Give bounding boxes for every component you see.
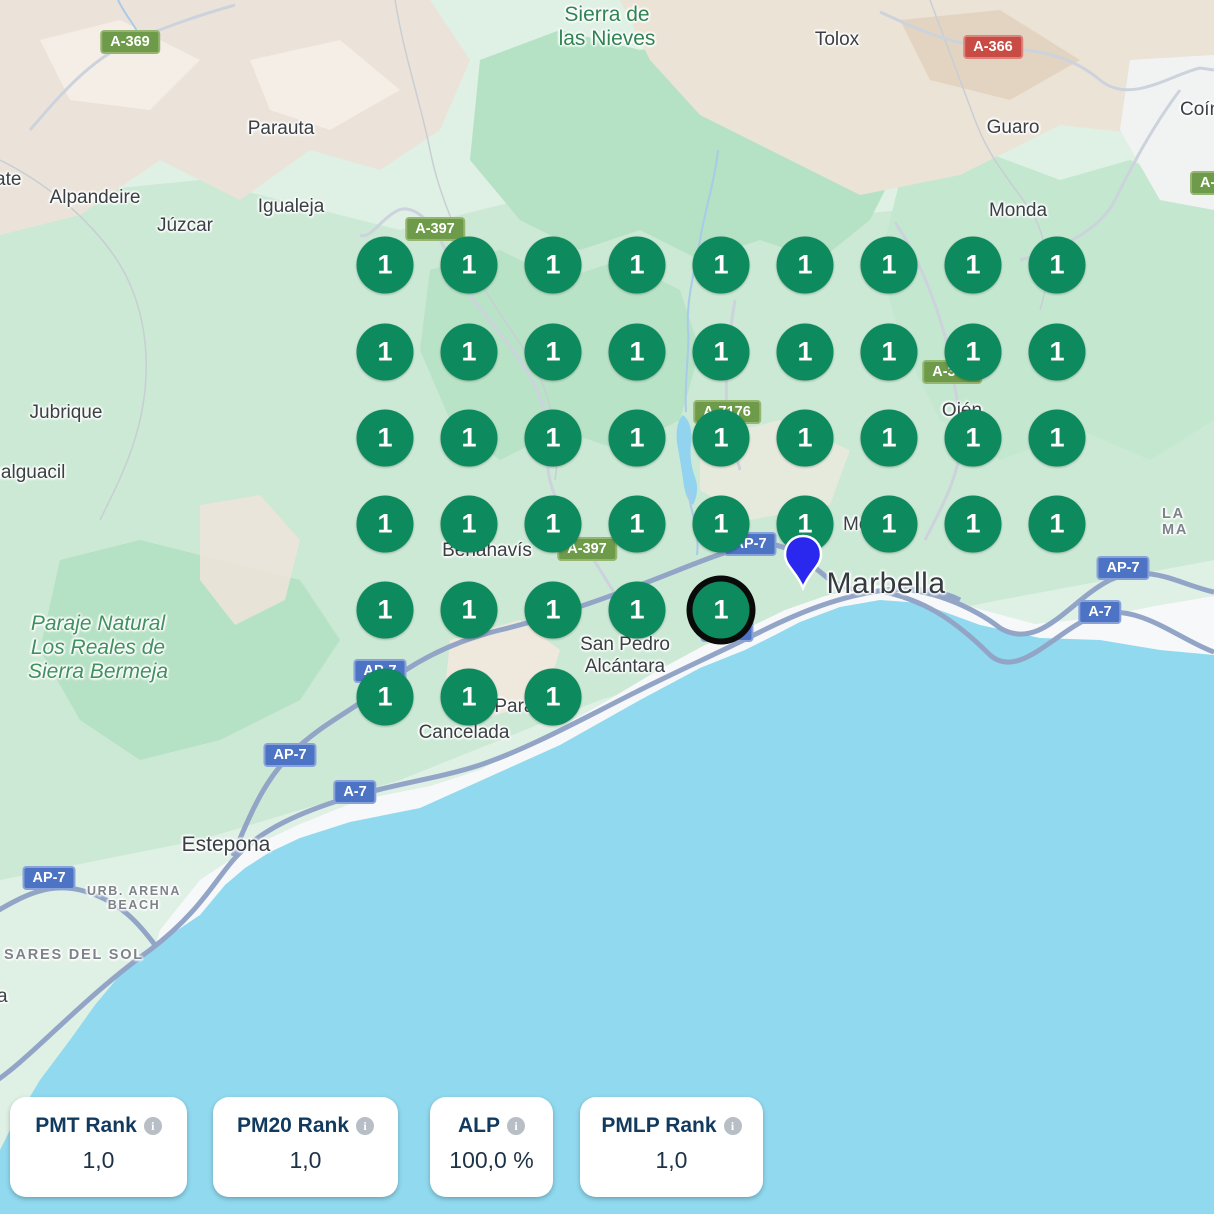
stat-card-pmlp-rank: PMLP Rank i 1,0: [580, 1097, 763, 1197]
stat-card-label: ALP: [458, 1114, 500, 1138]
cluster-marker[interactable]: 1: [861, 410, 918, 467]
cluster-marker[interactable]: 1: [945, 410, 1002, 467]
cluster-marker[interactable]: 1: [861, 496, 918, 553]
stat-card-alp: ALP i 100,0 %: [430, 1097, 553, 1197]
stat-card-label: PMLP Rank: [601, 1114, 716, 1138]
cluster-marker[interactable]: 1: [1029, 410, 1086, 467]
cluster-marker[interactable]: 1: [609, 237, 666, 294]
cluster-marker[interactable]: 1: [1029, 496, 1086, 553]
cluster-marker[interactable]: 1: [525, 669, 582, 726]
cluster-marker[interactable]: 1: [777, 237, 834, 294]
cluster-marker[interactable]: 1: [609, 324, 666, 381]
cluster-marker[interactable]: 1: [357, 669, 414, 726]
cluster-marker[interactable]: 1: [609, 496, 666, 553]
cluster-marker[interactable]: 1: [525, 582, 582, 639]
cluster-marker[interactable]: 1: [1029, 324, 1086, 381]
info-icon[interactable]: i: [144, 1117, 162, 1135]
cluster-marker[interactable]: 1: [357, 582, 414, 639]
cluster-marker[interactable]: 1: [525, 410, 582, 467]
stat-card-value: 100,0 %: [430, 1147, 553, 1174]
info-icon[interactable]: i: [356, 1117, 374, 1135]
cluster-marker[interactable]: 1: [693, 496, 750, 553]
cluster-marker[interactable]: 1: [945, 496, 1002, 553]
info-icon[interactable]: i: [507, 1117, 525, 1135]
map-canvas[interactable]: ParautaAlpandeireJúzcarIgualejaToloxGuar…: [0, 0, 1214, 1214]
cluster-marker[interactable]: 1: [693, 324, 750, 381]
info-icon[interactable]: i: [724, 1117, 742, 1135]
cluster-marker-selected[interactable]: 1: [693, 582, 750, 639]
cluster-marker[interactable]: 1: [609, 582, 666, 639]
cluster-marker[interactable]: 1: [441, 669, 498, 726]
stat-card-value: 1,0: [580, 1147, 763, 1174]
cluster-marker[interactable]: 1: [441, 410, 498, 467]
cluster-marker[interactable]: 1: [441, 496, 498, 553]
cluster-marker[interactable]: 1: [693, 237, 750, 294]
cluster-marker[interactable]: 1: [357, 324, 414, 381]
cluster-marker[interactable]: 1: [777, 324, 834, 381]
cluster-marker[interactable]: 1: [357, 237, 414, 294]
cluster-marker[interactable]: 1: [861, 237, 918, 294]
stat-card-pm20-rank: PM20 Rank i 1,0: [213, 1097, 398, 1197]
cluster-marker[interactable]: 1: [357, 496, 414, 553]
stat-card-value: 1,0: [213, 1147, 398, 1174]
cluster-marker[interactable]: 1: [525, 237, 582, 294]
map-terrain: [0, 0, 1214, 1214]
cluster-marker[interactable]: 1: [945, 237, 1002, 294]
cluster-marker[interactable]: 1: [357, 410, 414, 467]
stat-card-pmt-rank: PMT Rank i 1,0: [10, 1097, 187, 1197]
cluster-marker[interactable]: 1: [525, 324, 582, 381]
cluster-marker[interactable]: 1: [525, 496, 582, 553]
stat-card-label: PM20 Rank: [237, 1114, 349, 1138]
cluster-marker[interactable]: 1: [441, 237, 498, 294]
cluster-marker[interactable]: 1: [777, 410, 834, 467]
cluster-marker[interactable]: 1: [945, 324, 1002, 381]
cluster-marker[interactable]: 1: [693, 410, 750, 467]
stat-card-value: 1,0: [10, 1147, 187, 1174]
cluster-marker[interactable]: 1: [441, 324, 498, 381]
cluster-marker[interactable]: 1: [1029, 237, 1086, 294]
cluster-marker[interactable]: 1: [609, 410, 666, 467]
stat-card-label: PMT Rank: [35, 1114, 137, 1138]
cluster-marker[interactable]: 1: [441, 582, 498, 639]
location-pin-icon[interactable]: [782, 533, 824, 591]
cluster-marker[interactable]: 1: [861, 324, 918, 381]
